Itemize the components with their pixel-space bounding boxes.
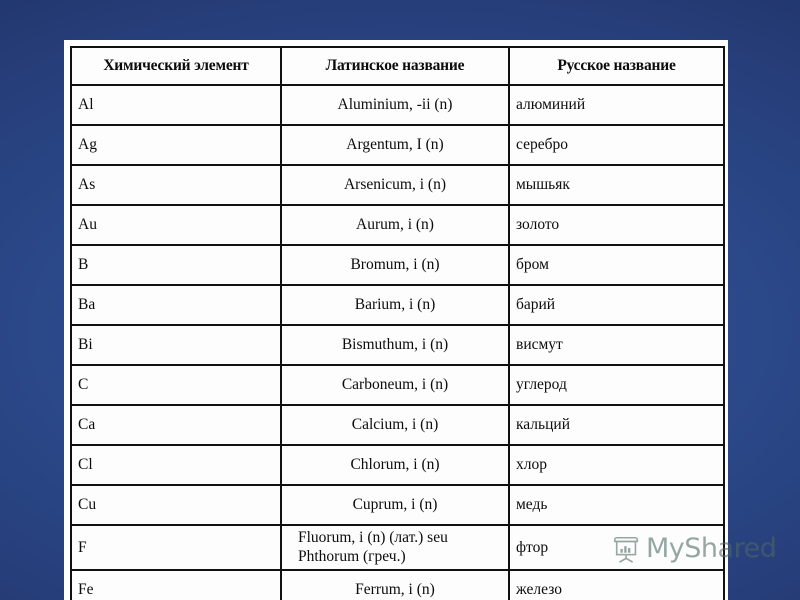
cell-latin-name: Arsenicum, i (n) [280,164,510,206]
cell-latin-name: Argentum, I (n) [280,124,510,166]
cell-latin-name: Aurum, i (n) [280,204,510,246]
cell-symbol: Bi [70,324,282,366]
cell-russian-name: кальций [508,404,725,446]
table-frame: Химический элемент Латинское название Ру… [64,40,728,600]
table-row: C Carboneum, i (n) углерод [70,364,725,406]
cell-symbol: Ca [70,404,282,446]
cell-russian-name: серебро [508,124,725,166]
cell-russian-name: мышьяк [508,164,725,206]
cell-russian-name: барий [508,284,725,326]
table-row: As Arsenicum, i (n) мышьяк [70,164,725,206]
table-row: F Fluorum, i (n) (лат.) seu Phthorum (гре… [70,523,725,572]
cell-symbol: F [70,523,282,572]
cell-latin-name: Barium, i (n) [280,284,510,326]
table-row: Al Aluminium, -ii (n) алюминий [70,84,725,126]
cell-latin-name: Carboneum, i (n) [280,364,510,406]
cell-latin-name: Fluorum, i (n) (лат.) seu Phthorum (греч… [280,523,510,572]
table-row: Au Aurum, i (n) золото [70,204,725,246]
table-row: Cu Cuprum, i (n) медь [70,484,725,526]
cell-symbol: B [70,244,282,286]
column-header-symbol: Химический элемент [70,46,282,86]
cell-symbol: Cu [70,484,282,526]
cell-russian-name: алюминий [508,84,725,126]
column-header-latin: Латинское название [280,46,510,86]
cell-latin-name: Aluminium, -ii (n) [280,84,510,126]
cell-russian-name: медь [508,484,725,526]
table-row: Ba Barium, i (n) барий [70,284,725,326]
cell-latin-name: Cuprum, i (n) [280,484,510,526]
cell-russian-name: железо [508,569,725,600]
table-body: Al Aluminium, -ii (n) алюминий Ag Argentum, … [70,84,725,600]
cell-symbol: Ag [70,124,282,166]
chemical-elements-table: Химический элемент Латинское название Ру… [70,46,725,600]
cell-russian-name: висмут [508,324,725,366]
table-row: B Bromum, i (n) бром [70,244,725,286]
cell-latin-name: Bromum, i (n) [280,244,510,286]
column-header-russian: Русское название [508,46,725,86]
table-header: Химический элемент Латинское название Ру… [70,46,725,86]
cell-latin-name: Bismuthum, i (n) [280,324,510,366]
table-row: Ag Argentum, I (n) серебро [70,124,725,166]
cell-latin-name: Calcium, i (n) [280,404,510,446]
table-header-row: Химический элемент Латинское название Ру… [70,46,725,86]
cell-russian-name: хлор [508,444,725,486]
cell-symbol: Fe [70,569,282,600]
cell-latin-name: Ferrum, i (n) [280,569,510,600]
cell-latin-name: Chlorum, i (n) [280,444,510,486]
table-row: Cl Chlorum, i (n) хлор [70,444,725,486]
cell-russian-name: фтор [508,523,725,572]
slide-canvas: Химический элемент Латинское название Ру… [0,0,800,600]
cell-symbol: C [70,364,282,406]
cell-symbol: Au [70,204,282,246]
table-row: Ca Calcium, i (n) кальций [70,404,725,446]
cell-symbol: Ba [70,284,282,326]
cell-russian-name: золото [508,204,725,246]
cell-russian-name: бром [508,244,725,286]
cell-russian-name: углерод [508,364,725,406]
cell-symbol: As [70,164,282,206]
cell-symbol: Al [70,84,282,126]
cell-symbol: Cl [70,444,282,486]
table-row: Fe Ferrum, i (n) железо [70,569,725,600]
table-row: Bi Bismuthum, i (n) висмут [70,324,725,366]
